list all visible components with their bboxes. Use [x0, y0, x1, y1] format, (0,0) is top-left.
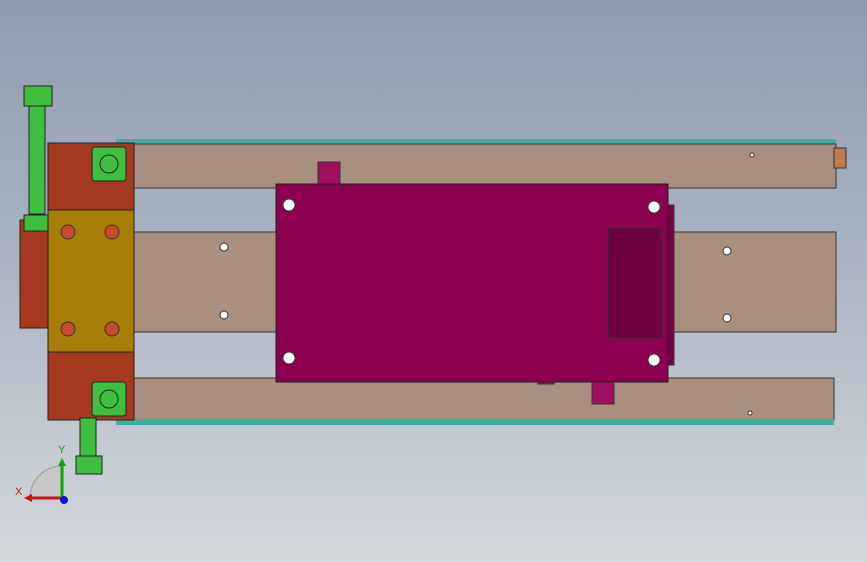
bottom-rail[interactable]	[116, 377, 835, 425]
top-nut	[23, 85, 53, 107]
x-axis-head	[24, 494, 32, 502]
axis-triad	[24, 458, 68, 504]
screw-4	[104, 321, 120, 337]
top-rail[interactable]	[116, 139, 847, 189]
plate-hole-tl	[282, 198, 296, 212]
top-square-nut-ring	[99, 154, 119, 174]
middle-rail-hole-4	[722, 313, 732, 323]
plate-hole-br	[647, 353, 661, 367]
bottom-rail-hole	[747, 410, 753, 416]
top-rail-body	[133, 143, 837, 189]
screw-3	[60, 321, 76, 337]
plate-top-boss	[317, 161, 341, 187]
bottom-nut	[75, 455, 103, 475]
top-bolt-collar	[23, 214, 49, 232]
cad-3d-viewport[interactable]: X Y	[0, 0, 867, 562]
top-bolt	[28, 105, 46, 215]
x-axis-label: X	[15, 486, 23, 498]
middle-rail-hole-2	[219, 310, 229, 320]
y-axis-label: Y	[58, 444, 66, 456]
clamp-plate[interactable]	[275, 161, 675, 405]
plate-bottom-boss	[591, 379, 615, 405]
bottom-rail-body	[133, 377, 835, 421]
screw-1	[60, 224, 76, 240]
y-axis-head	[58, 458, 66, 466]
middle-rail-hole-3	[722, 246, 732, 256]
z-axis-dot	[60, 496, 68, 504]
top-rail-end-tab	[833, 147, 847, 169]
cad-model[interactable]	[0, 0, 867, 562]
top-rail-hole	[749, 152, 755, 158]
middle-rail-hole-1	[219, 242, 229, 252]
bottom-square-nut-ring	[99, 389, 119, 409]
bottom-bolt	[79, 417, 97, 459]
triad-plane	[29, 465, 63, 499]
plate-hole-bl	[282, 351, 296, 365]
plate-pocket	[607, 227, 663, 339]
bottom-rail-edge	[116, 419, 834, 425]
red-block-left	[19, 219, 51, 329]
screw-2	[104, 224, 120, 240]
plate-hole-tr	[647, 200, 661, 214]
